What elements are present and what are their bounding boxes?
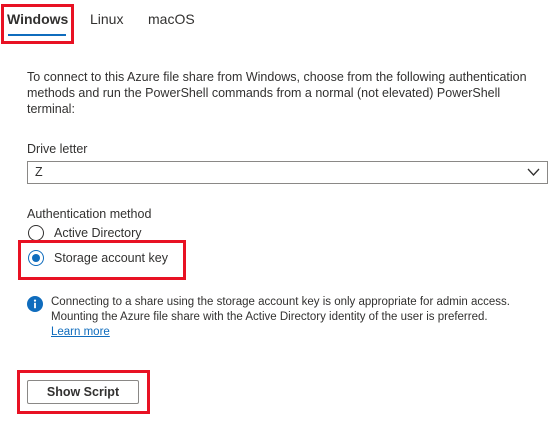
info-icon [27,296,43,312]
radio-checked-icon [28,250,44,266]
selected-tab-indicator [8,34,66,36]
radio-active-directory-label: Active Directory [54,226,142,240]
chevron-down-icon [527,168,540,176]
info-message: Connecting to a share using the storage … [51,295,541,340]
drive-letter-select[interactable]: Z [27,161,548,184]
drive-letter-value: Z [35,165,43,179]
tab-macos[interactable]: macOS [148,11,195,27]
connection-description: To connect to this Azure file share from… [27,70,527,116]
radio-selected-dot [32,254,40,262]
show-script-button[interactable]: Show Script [27,380,139,404]
radio-storage-account-key-label: Storage account key [54,251,168,265]
tab-windows[interactable]: Windows [7,11,68,27]
radio-unchecked-icon [28,225,44,241]
drive-letter-label: Drive letter [27,142,88,156]
info-message-text: Connecting to a share using the storage … [51,296,510,323]
learn-more-link[interactable]: Learn more [51,326,110,338]
tab-linux[interactable]: Linux [90,11,123,27]
authentication-method-label: Authentication method [27,207,152,221]
